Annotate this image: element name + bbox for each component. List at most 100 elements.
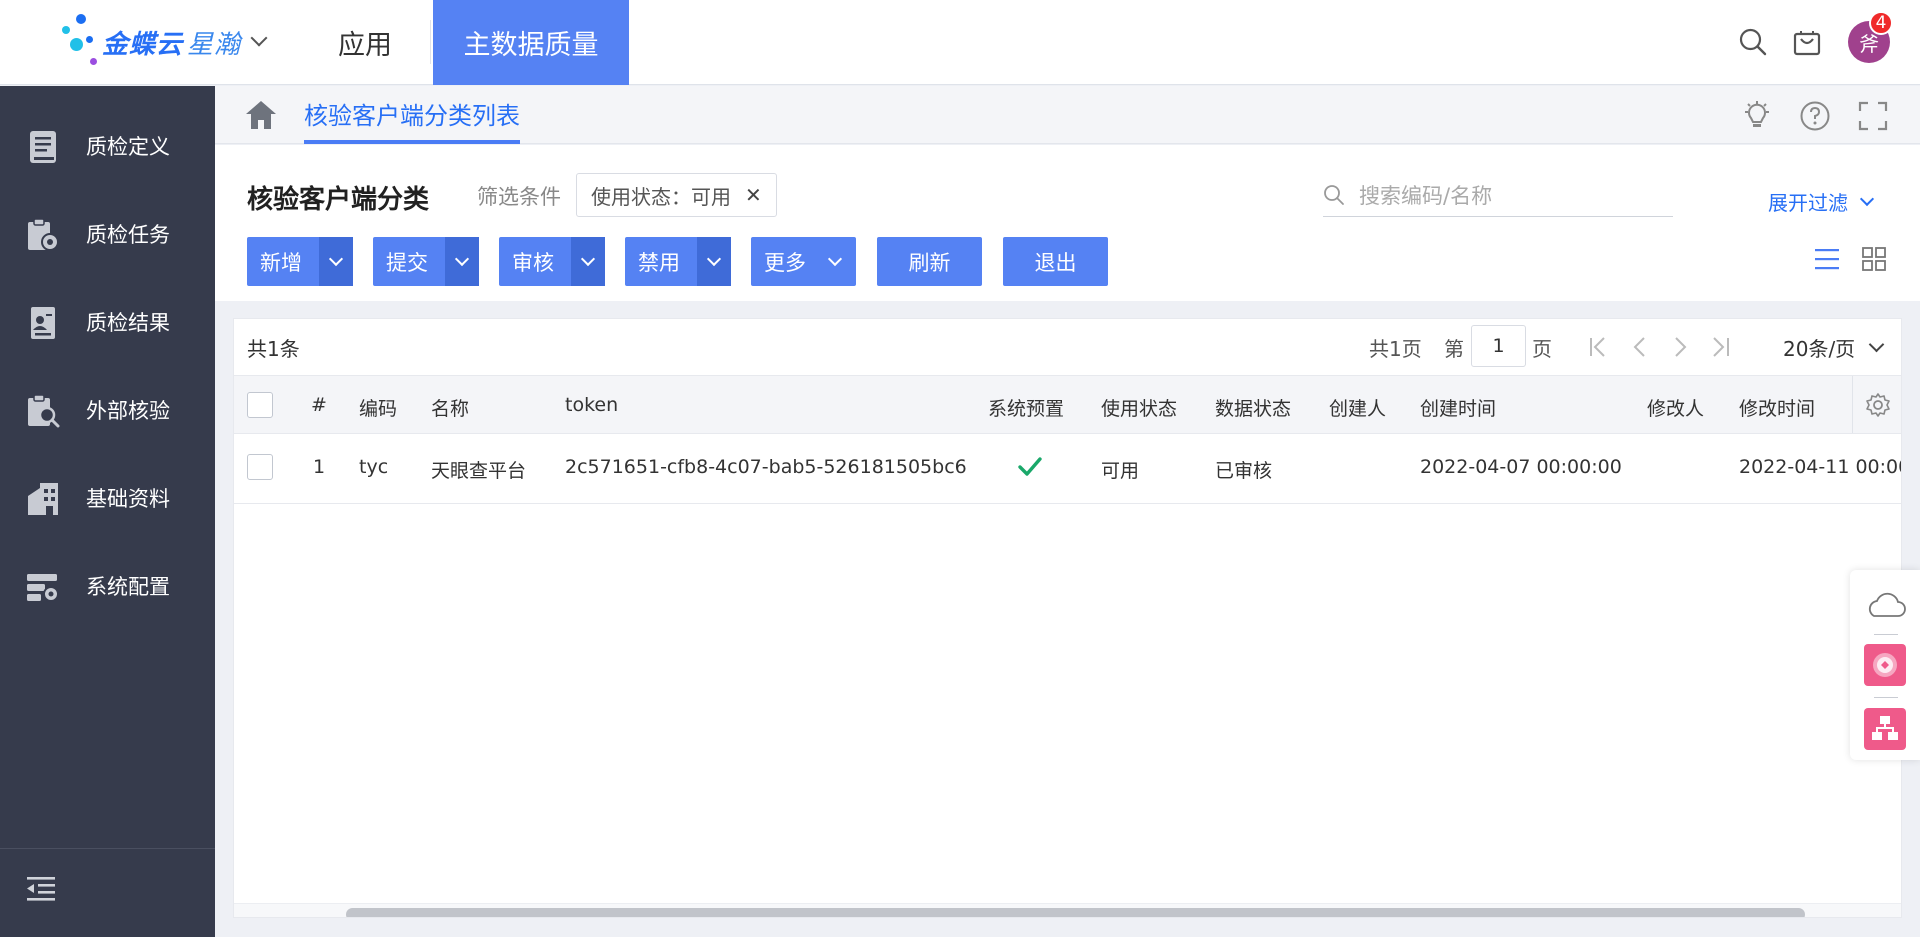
col-system-preset[interactable]: 系统预置 (988, 394, 1064, 421)
home-icon[interactable] (244, 98, 278, 132)
col-modified-time[interactable]: 修改时间 (1739, 394, 1815, 421)
expand-filter-button[interactable]: 展开过滤 (1768, 187, 1875, 216)
more-button[interactable]: 更多 (751, 237, 856, 286)
next-page-icon[interactable] (1666, 333, 1694, 361)
audit-dropdown-toggle[interactable] (571, 237, 605, 286)
refresh-button[interactable]: 刷新 (877, 237, 982, 286)
building-icon (26, 482, 60, 516)
sidebar: 质检定义 质检任务 质检结果 外部核验 基础资料 系统配置 (0, 86, 215, 937)
expand-filter-label: 展开过滤 (1768, 191, 1848, 215)
page-suffix: 页 (1532, 337, 1552, 361)
tab-client-category-list[interactable]: 核验客户端分类列表 (304, 86, 520, 144)
chevron-down-icon (706, 251, 722, 267)
row-checkbox[interactable] (247, 454, 273, 480)
sidebar-item-quality-result[interactable]: 质检结果 (0, 292, 215, 352)
total-pages: 共1页 (1369, 337, 1422, 361)
sidebar-item-system-config[interactable]: 系统配置 (0, 556, 215, 616)
help-icon[interactable] (1798, 99, 1832, 133)
notification-badge: 4 (1869, 11, 1893, 35)
toolbox-divider (1874, 634, 1898, 635)
cell-use-status: 可用 (1101, 460, 1140, 482)
sidebar-item-label: 质检定义 (86, 135, 170, 159)
col-name[interactable]: 名称 (431, 394, 469, 421)
submit-dropdown-toggle[interactable] (445, 237, 479, 286)
close-icon[interactable]: ✕ (745, 183, 762, 207)
first-page-icon[interactable] (1585, 333, 1613, 361)
chevron-down-icon (250, 29, 268, 47)
disable-dropdown-toggle[interactable] (697, 237, 731, 286)
search-placeholder: 搜索编码/名称 (1359, 183, 1493, 208)
chevron-down-icon (1859, 191, 1875, 206)
sidebar-item-label: 基础资料 (86, 487, 170, 511)
sidebar-item-quality-definition[interactable]: 质检定义 (0, 116, 215, 176)
column-settings-icon[interactable] (1852, 376, 1901, 433)
disable-button-label: 禁用 (638, 250, 680, 275)
sidebar-item-basic-data[interactable]: 基础资料 (0, 468, 215, 528)
sidebar-item-label: 质检任务 (86, 223, 170, 247)
submit-button-label: 提交 (386, 250, 428, 275)
select-all-checkbox[interactable] (247, 392, 273, 418)
cell-code-link[interactable]: tyc (359, 456, 388, 478)
clipboard-gear-icon (26, 218, 60, 252)
nav-divider (430, 20, 431, 64)
search-icon[interactable] (1733, 22, 1773, 62)
page-prefix: 第 (1444, 337, 1464, 361)
cell-index: 1 (313, 456, 326, 478)
lightbulb-icon[interactable] (1740, 99, 1774, 133)
add-dropdown-toggle[interactable] (319, 237, 353, 286)
filter-chip[interactable]: 使用状态：可用 ✕ (576, 173, 777, 217)
col-code[interactable]: 编码 (359, 394, 397, 421)
chevron-down-icon (328, 251, 344, 267)
col-data-status[interactable]: 数据状态 (1215, 394, 1291, 421)
col-index: # (311, 394, 327, 416)
col-use-status[interactable]: 使用状态 (1101, 394, 1177, 421)
clipboard-search-icon (26, 394, 60, 428)
search-input[interactable]: 搜索编码/名称 (1323, 173, 1673, 217)
table-header: # 编码 名称 token 系统预置 使用状态 数据状态 创建人 创建时间 修改… (234, 375, 1901, 434)
prev-page-icon[interactable] (1626, 333, 1654, 361)
list-header-panel: 核验客户端分类 筛选条件 使用状态：可用 ✕ 搜索编码/名称 展开过滤 新增 提… (215, 145, 1920, 301)
col-created-time[interactable]: 创建时间 (1420, 394, 1496, 421)
sidebar-divider (0, 848, 215, 849)
logo-mark-icon (60, 14, 100, 70)
submit-button[interactable]: 提交 (373, 237, 479, 286)
top-bar: 金蝶云 星瀚 应用 主数据质量 斧 4 (0, 0, 1920, 85)
book-icon (26, 130, 60, 164)
exit-button[interactable]: 退出 (1003, 237, 1108, 286)
audit-button-label: 审核 (512, 250, 554, 275)
audit-button[interactable]: 审核 (499, 237, 605, 286)
assistant-icon[interactable] (1864, 644, 1906, 686)
scrollbar-thumb[interactable] (346, 908, 1805, 917)
fullscreen-icon[interactable] (1856, 99, 1890, 133)
list-view-icon[interactable] (1813, 245, 1843, 275)
breadcrumb-bar: 核验客户端分类列表 (215, 86, 1920, 144)
sidebar-item-label: 外部核验 (86, 399, 170, 423)
collapse-sidebar-icon[interactable] (26, 876, 60, 906)
sidebar-item-quality-task[interactable]: 质检任务 (0, 204, 215, 264)
logo-text: 金蝶云 星瀚 (102, 29, 242, 60)
grid-view-icon[interactable] (1860, 245, 1890, 275)
nav-master-data-quality[interactable]: 主数据质量 (433, 0, 629, 85)
cell-created-time: 2022-04-07 00:00:00 (1420, 456, 1622, 478)
nav-app[interactable]: 应用 (310, 0, 420, 85)
last-page-icon[interactable] (1706, 333, 1734, 361)
table-row[interactable]: 1 tyc 天眼查平台 2c571651-cfb8-4c07-bab5-5261… (234, 434, 1901, 504)
disable-button[interactable]: 禁用 (625, 237, 731, 286)
page-number-input[interactable]: 1 (1471, 325, 1526, 367)
col-modifier[interactable]: 修改人 (1647, 394, 1704, 421)
chevron-down-icon (454, 251, 470, 267)
sidebar-item-external-verification[interactable]: 外部核验 (0, 380, 215, 440)
cloud-icon[interactable] (1864, 584, 1906, 626)
filter-chip-label: 使用状态：可用 (591, 184, 731, 209)
col-token[interactable]: token (565, 394, 618, 416)
page-title: 核验客户端分类 (247, 185, 430, 215)
sidebar-item-label: 系统配置 (86, 575, 170, 599)
col-creator[interactable]: 创建人 (1329, 394, 1386, 421)
horizontal-scrollbar[interactable] (234, 903, 1901, 917)
page-size-select[interactable]: 20条/页 (1783, 333, 1885, 362)
add-button-label: 新增 (260, 250, 302, 275)
add-button[interactable]: 新增 (247, 237, 353, 286)
app-switcher-logo[interactable]: 金蝶云 星瀚 (60, 14, 275, 70)
org-chart-icon[interactable] (1864, 708, 1906, 750)
shopping-bag-icon[interactable] (1787, 22, 1827, 62)
